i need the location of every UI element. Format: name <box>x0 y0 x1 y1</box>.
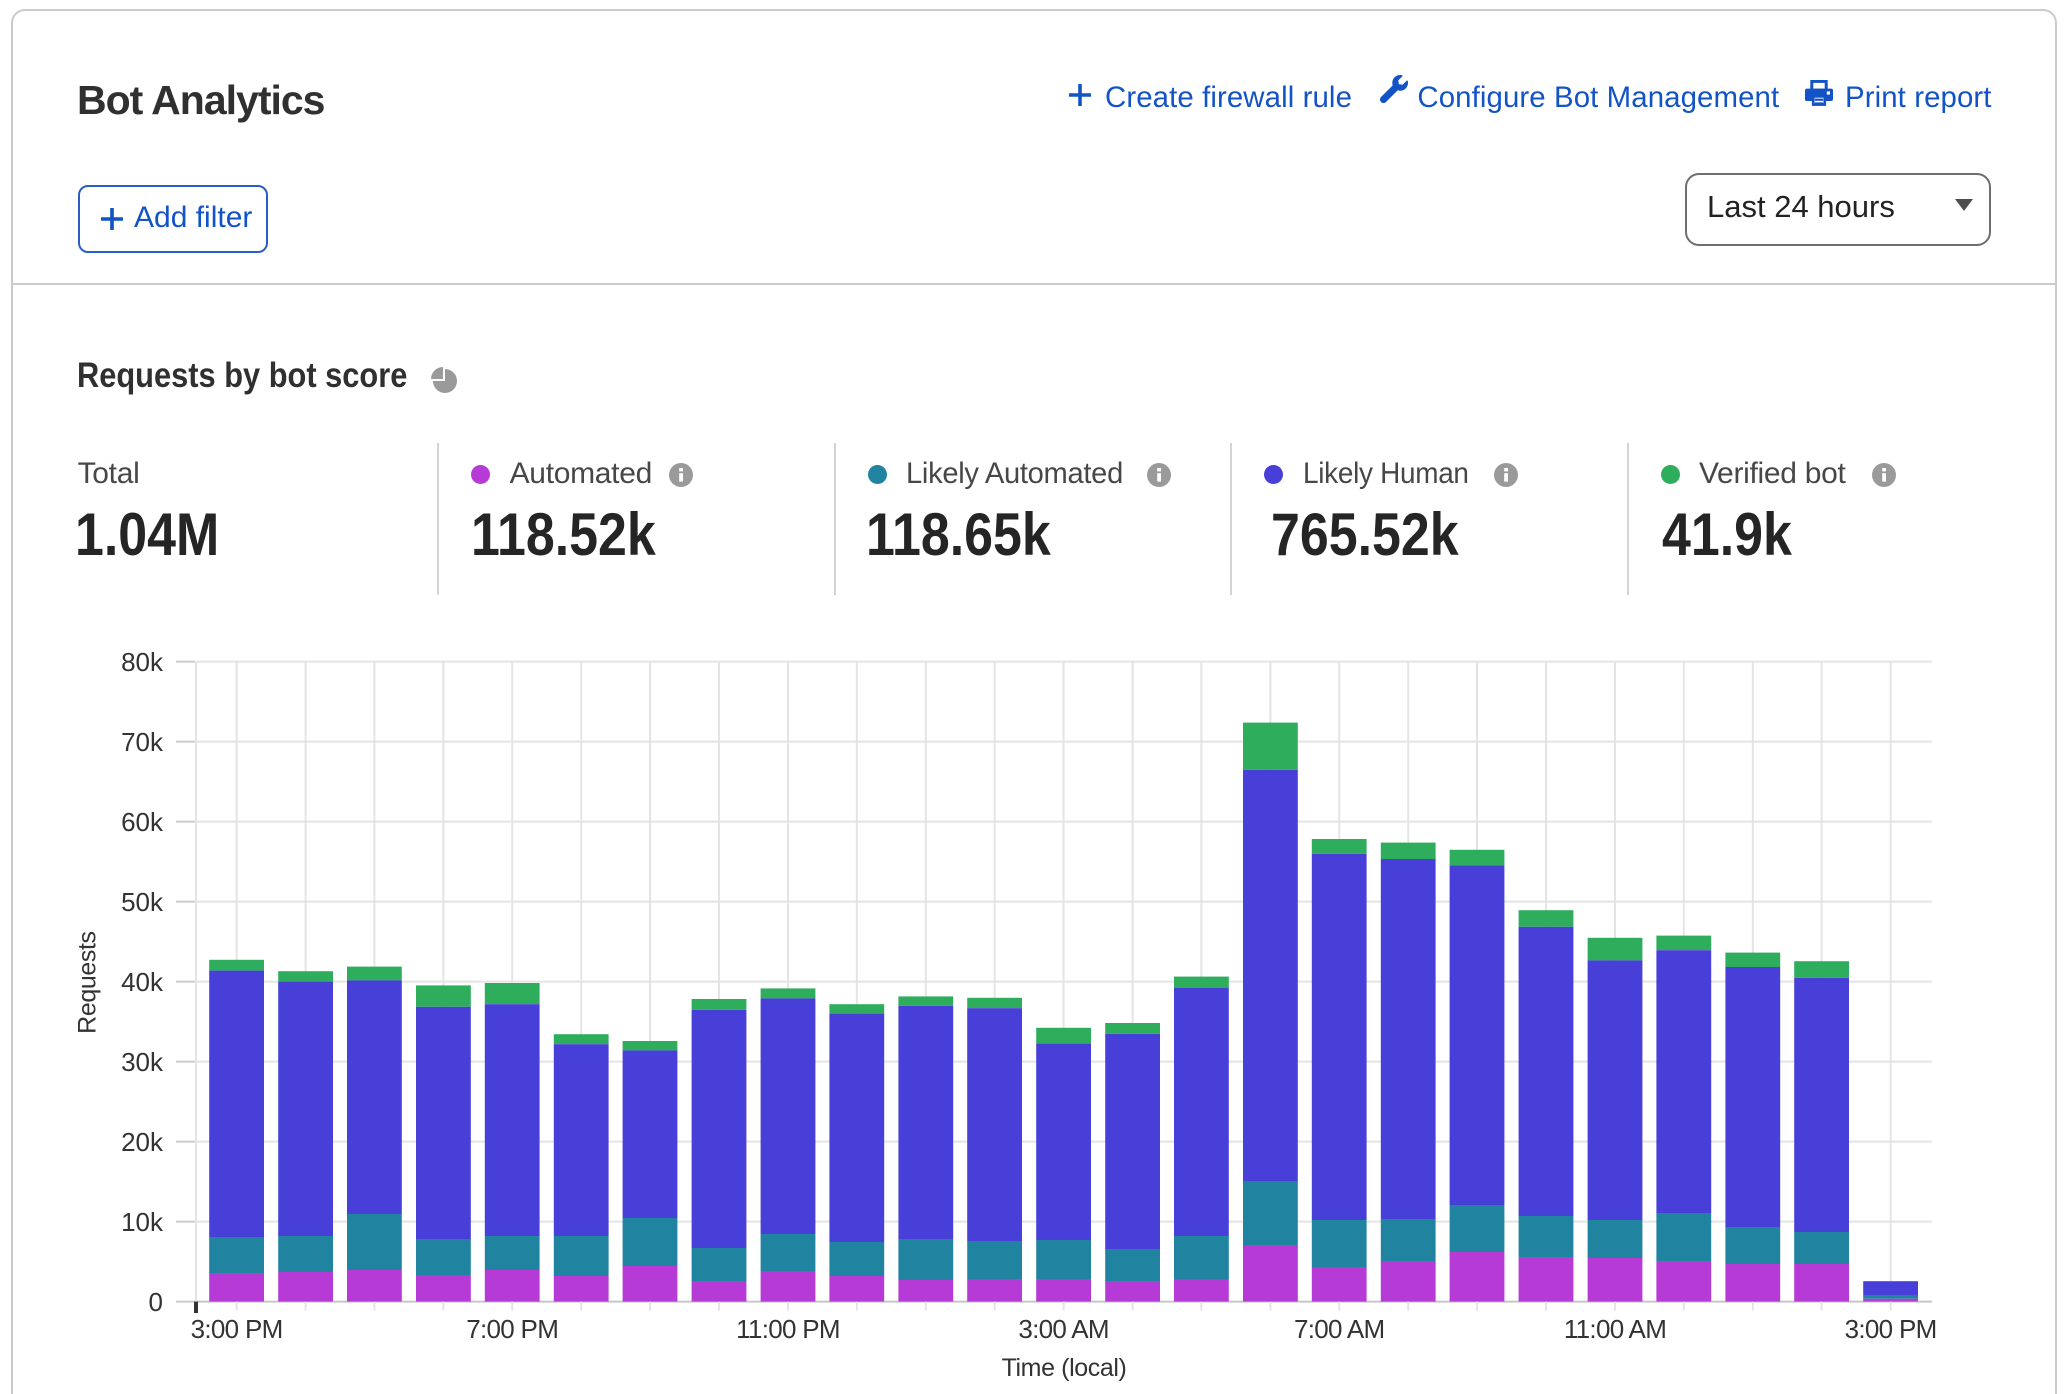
svg-text:Time (local): Time (local) <box>1002 1354 1127 1382</box>
svg-text:7:00 AM: 7:00 AM <box>1294 1314 1385 1344</box>
svg-text:10k: 10k <box>121 1207 164 1237</box>
svg-text:60k: 60k <box>121 807 164 837</box>
svg-text:3:00 AM: 3:00 AM <box>1018 1314 1109 1344</box>
svg-text:Requests: Requests <box>74 931 102 1033</box>
svg-text:40k: 40k <box>121 967 164 997</box>
svg-text:11:00 PM: 11:00 PM <box>736 1314 840 1344</box>
svg-text:3:00 PM: 3:00 PM <box>1845 1314 1937 1344</box>
svg-text:80k: 80k <box>121 647 164 677</box>
svg-text:11:00 AM: 11:00 AM <box>1564 1314 1666 1344</box>
svg-text:7:00 PM: 7:00 PM <box>466 1314 558 1344</box>
svg-text:50k: 50k <box>121 887 164 917</box>
svg-text:3:00 PM: 3:00 PM <box>191 1314 283 1344</box>
svg-text:70k: 70k <box>121 727 164 757</box>
svg-text:20k: 20k <box>121 1127 164 1157</box>
svg-text:0: 0 <box>149 1287 163 1317</box>
svg-text:30k: 30k <box>121 1047 164 1077</box>
